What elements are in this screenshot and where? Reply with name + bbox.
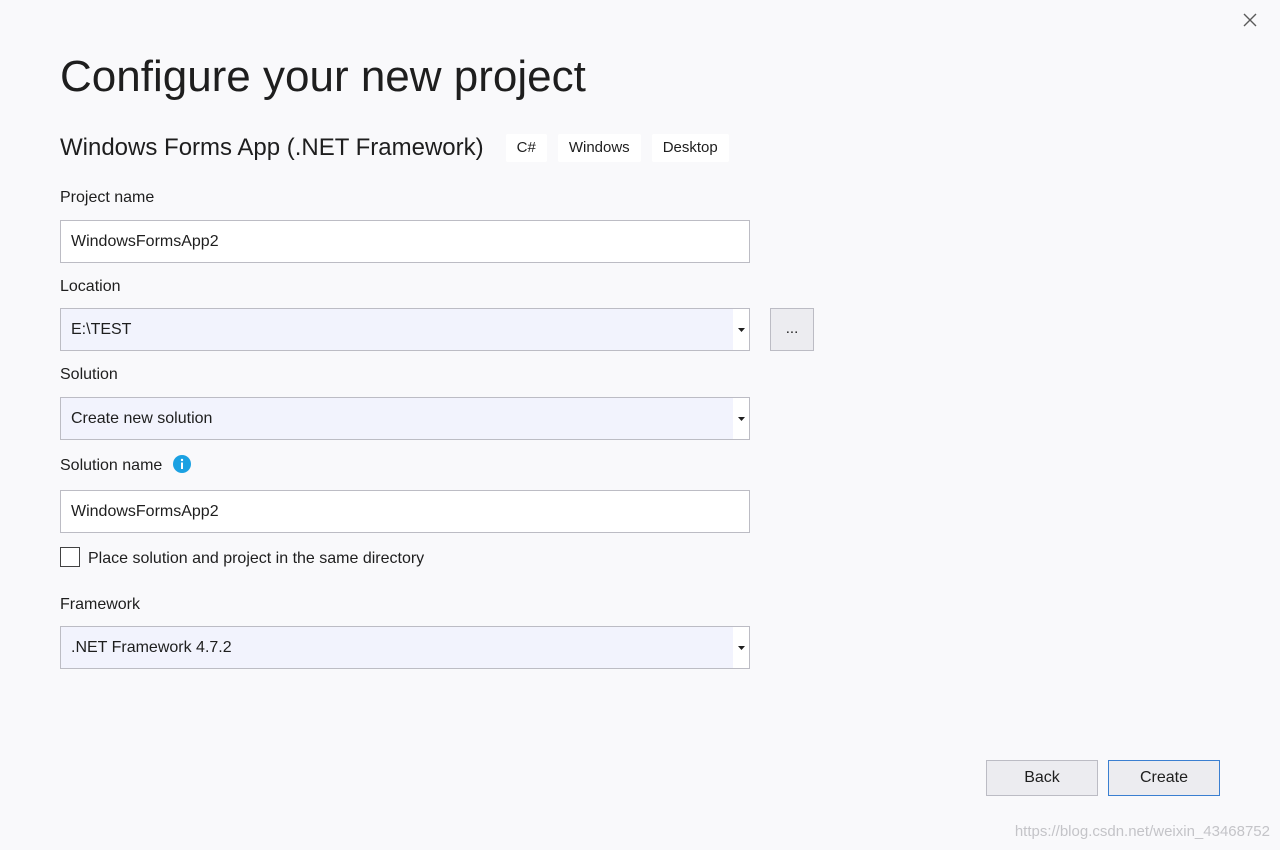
framework-label: Framework xyxy=(60,596,141,613)
same-directory-label[interactable]: Place solution and project in the same d… xyxy=(88,548,424,570)
info-icon[interactable] xyxy=(172,455,191,474)
solution-label: Solution xyxy=(60,366,118,383)
caret-down-icon xyxy=(737,327,745,332)
solution-name-label-row: Solution name xyxy=(60,455,191,477)
solution-name-label: Solution name xyxy=(60,457,163,474)
location-label: Location xyxy=(60,278,121,295)
browse-button[interactable]: ... xyxy=(770,308,814,351)
page-title: Configure your new project xyxy=(60,52,586,101)
solution-dropdown-arrow[interactable] xyxy=(733,398,749,439)
back-button[interactable]: Back xyxy=(986,760,1098,796)
template-name: Windows Forms App (.NET Framework) xyxy=(60,134,484,161)
location-combobox[interactable]: E:\TEST xyxy=(60,308,750,351)
same-directory-checkbox[interactable] xyxy=(60,547,80,567)
project-name-input[interactable] xyxy=(60,220,750,263)
solution-value: Create new solution xyxy=(71,410,213,427)
close-icon xyxy=(1243,13,1257,27)
location-value: E:\TEST xyxy=(71,321,132,338)
framework-combobox[interactable]: .NET Framework 4.7.2 xyxy=(60,626,750,669)
tag-language: C# xyxy=(505,134,547,162)
caret-down-icon xyxy=(737,416,745,421)
close-button[interactable] xyxy=(1238,8,1262,32)
framework-value: .NET Framework 4.7.2 xyxy=(71,639,232,656)
template-header: Windows Forms App (.NET Framework) C# Wi… xyxy=(60,132,740,164)
tag-project-type: Desktop xyxy=(651,134,729,162)
project-name-label: Project name xyxy=(60,189,155,206)
location-dropdown-arrow[interactable] xyxy=(733,309,749,350)
solution-name-input[interactable] xyxy=(60,490,750,533)
watermark: https://blog.csdn.net/weixin_43468752 xyxy=(1014,823,1270,840)
caret-down-icon xyxy=(737,645,745,650)
solution-combobox[interactable]: Create new solution xyxy=(60,397,750,440)
tag-platform: Windows xyxy=(557,134,641,162)
create-button[interactable]: Create xyxy=(1108,760,1220,796)
framework-dropdown-arrow[interactable] xyxy=(733,627,749,668)
